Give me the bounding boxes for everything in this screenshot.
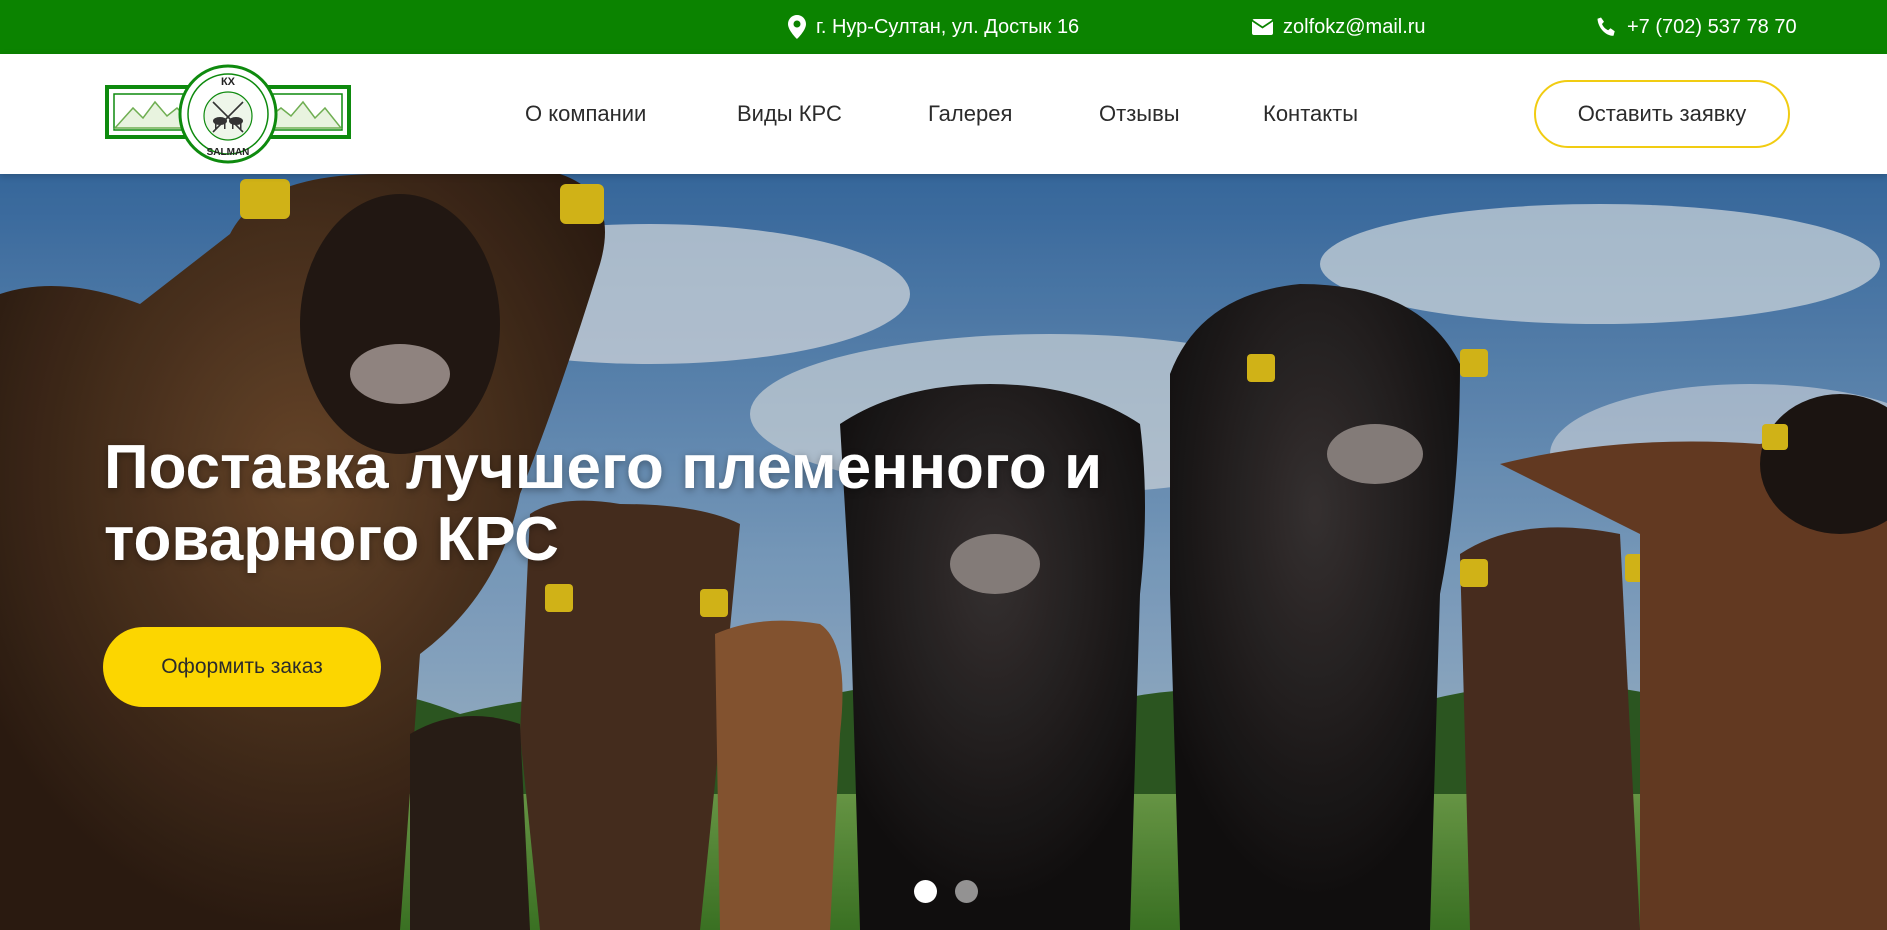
phone-icon [1597,17,1615,36]
hero-slider: Поставка лучшего племенного и товарного … [0,174,1887,930]
envelope-icon [1252,19,1273,35]
hero-title: Поставка лучшего племенного и товарного … [104,433,1103,574]
email-text: zolfokz@mail.ru [1283,15,1426,38]
phone-item[interactable]: +7 (702) 537 78 70 [1597,0,1797,54]
leave-request-button[interactable]: Оставить заявку [1534,80,1790,148]
place-order-button[interactable]: Оформить заказ [103,627,381,707]
address-text: г. Нур-Султан, ул. Достык 16 [816,15,1080,38]
phone-text: +7 (702) 537 78 70 [1627,15,1797,38]
nav-item-about[interactable]: О компании [525,54,646,174]
address-item[interactable]: г. Нур-Султан, ул. Достык 16 [788,0,1079,54]
top-bar: г. Нур-Султан, ул. Достык 16 zolfokz@mai… [0,0,1887,54]
email-item[interactable]: zolfokz@mail.ru [1252,0,1426,54]
nav-item-gallery[interactable]: Галерея [928,54,1012,174]
nav-item-contacts[interactable]: Контакты [1263,54,1358,174]
nav-item-reviews[interactable]: Отзывы [1099,54,1180,174]
nav-item-cattle-types[interactable]: Виды КРС [737,54,842,174]
slider-dot-1[interactable] [914,880,937,903]
map-pin-icon [788,15,806,39]
main-header: КХ SALMAN О компании Виды КРС Галерея От… [0,54,1887,174]
slider-dots [914,880,978,903]
slider-dot-2[interactable] [955,880,978,903]
